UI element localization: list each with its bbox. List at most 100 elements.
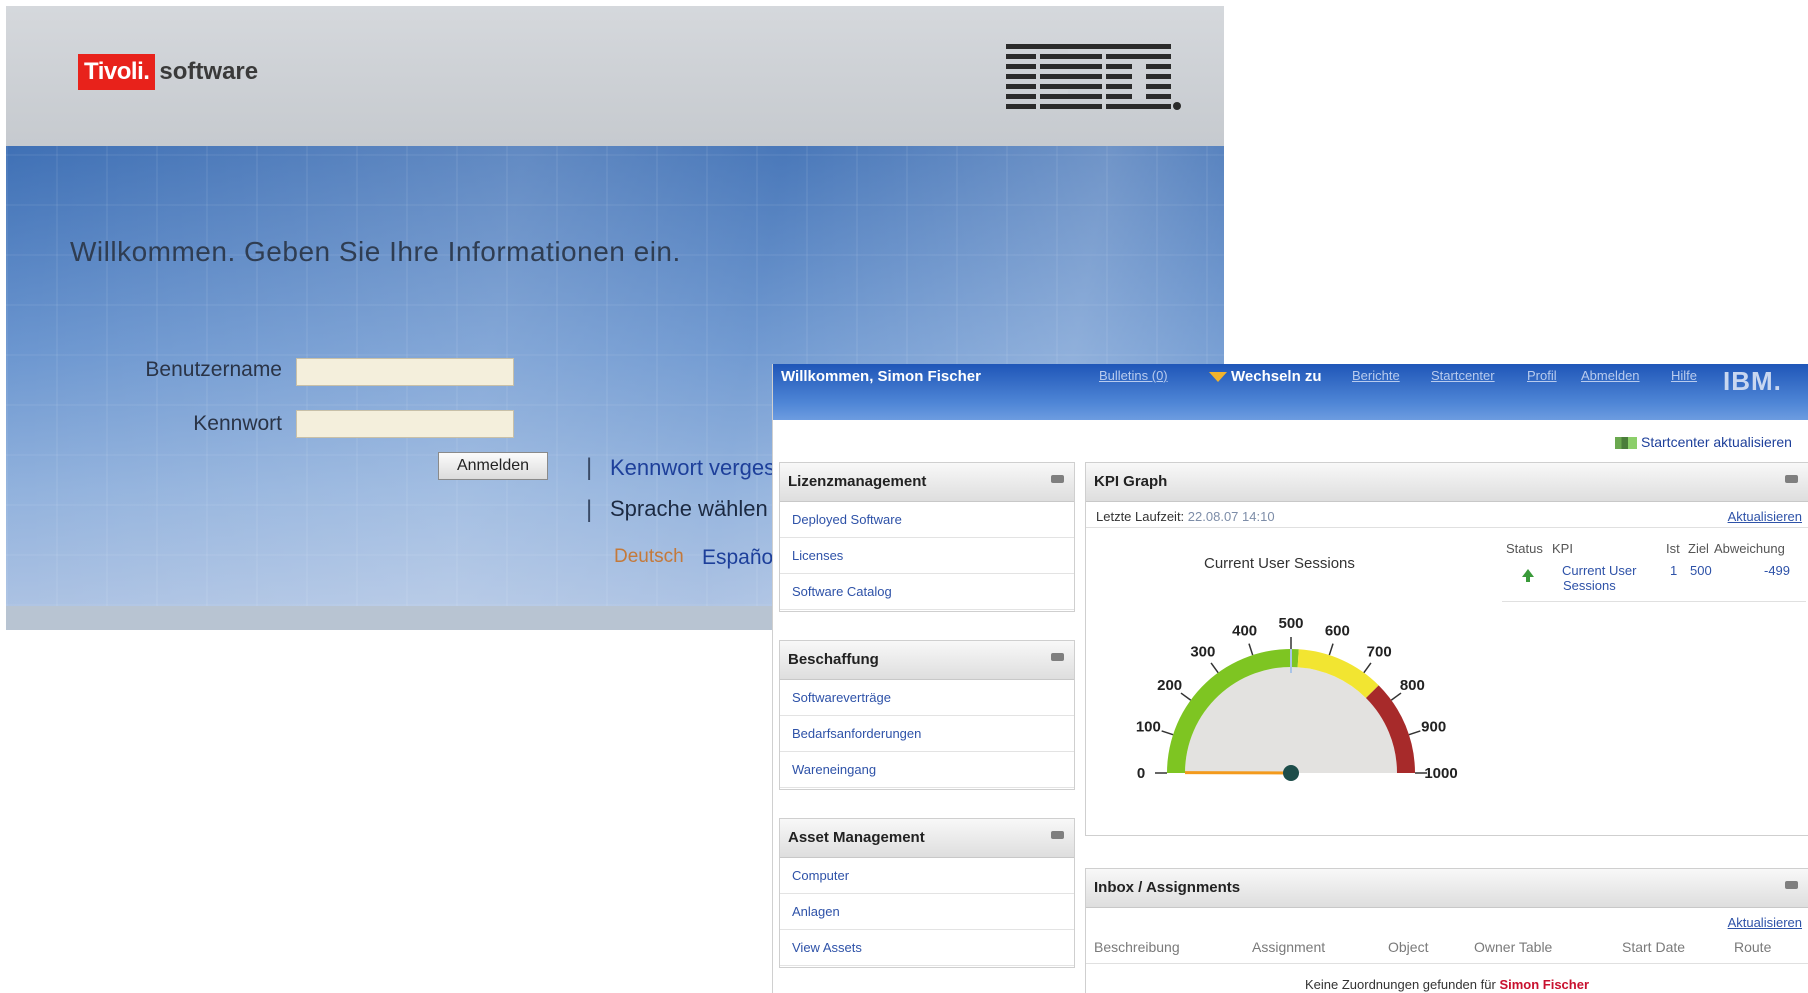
kpi-actual-value: 1 xyxy=(1670,563,1678,578)
divider xyxy=(1086,963,1808,964)
login-header: Tivoli. software xyxy=(6,6,1224,146)
ibm-logo-stripes xyxy=(1006,44,1171,109)
col-route[interactable]: Route xyxy=(1734,939,1771,955)
tivoli-logo-mark: Tivoli. xyxy=(78,54,156,90)
gauge-tick-label: 600 xyxy=(1325,622,1350,639)
inbox-refresh-link[interactable]: Aktualisieren xyxy=(1728,915,1802,930)
col-actual: Ist xyxy=(1666,541,1680,556)
software-logo-text: software xyxy=(159,58,259,85)
minimize-icon[interactable] xyxy=(1785,475,1798,483)
forgot-password-link[interactable]: Kennwort verges xyxy=(610,455,775,481)
refresh-startcenter-link[interactable]: Startcenter aktualisieren xyxy=(1615,434,1792,450)
link-licenses[interactable]: Licenses xyxy=(780,538,1074,574)
gauge-tick-label: 400 xyxy=(1232,622,1257,639)
gauge-tick xyxy=(1328,643,1334,656)
login-button[interactable]: Anmelden xyxy=(438,452,548,480)
nav-help[interactable]: Hilfe xyxy=(1671,368,1697,383)
portlet-header: Asset Management xyxy=(780,819,1074,858)
link-software-contracts[interactable]: Softwareverträge xyxy=(780,680,1074,716)
portlet-kpi-graph: KPI Graph Letzte Laufzeit: 22.08.07 14:1… xyxy=(1085,462,1808,836)
kpi-deviation-value: -499 xyxy=(1764,563,1791,578)
minimize-icon[interactable] xyxy=(1051,475,1064,483)
col-status: Status xyxy=(1506,541,1543,556)
link-computer[interactable]: Computer xyxy=(780,858,1074,894)
gauge-tick xyxy=(1363,662,1372,674)
portlet-header: KPI Graph xyxy=(1086,463,1808,502)
refresh-icon xyxy=(1615,437,1637,450)
kpi-gauge: 0 100 200 300 400 500 600 700 800 900 1000 xyxy=(1136,615,1458,782)
startcenter-top-bar: Willkommen, Simon Fischer Bulletins (0) … xyxy=(773,364,1808,420)
portlet-title: Lizenzmanagement xyxy=(788,473,927,490)
inbox-user-name: Simon Fischer xyxy=(1499,977,1590,992)
link-assets[interactable]: Anlagen xyxy=(780,894,1074,930)
link-software-catalog[interactable]: Software Catalog xyxy=(780,574,1074,610)
kpi-name-line1: Current User xyxy=(1562,563,1637,578)
divider xyxy=(1502,601,1806,602)
portlet-title: Beschaffung xyxy=(788,651,879,668)
gauge-tick xyxy=(1210,662,1219,674)
kpi-target-value: 500 xyxy=(1690,563,1712,578)
gauge-tick xyxy=(1390,692,1402,701)
nav-switch-to[interactable]: Wechseln zu xyxy=(1209,368,1322,385)
gauge-tick xyxy=(1408,730,1421,736)
username-label: Benutzername xyxy=(145,358,282,381)
password-label: Kennwort xyxy=(193,412,282,435)
portlet-header: Inbox / Assignments xyxy=(1086,869,1808,908)
language-link-espanol[interactable]: Españo xyxy=(702,546,773,570)
nav-reports[interactable]: Berichte xyxy=(1352,368,1400,383)
last-run: Letzte Laufzeit: 22.08.07 14:10 xyxy=(1096,509,1275,524)
language-link-deutsch[interactable]: Deutsch xyxy=(614,546,684,568)
choose-language-label: Sprache wählen xyxy=(610,496,768,521)
separator: | xyxy=(586,496,593,523)
startcenter-window: Willkommen, Simon Fischer Bulletins (0) … xyxy=(772,364,1808,993)
login-welcome: Willkommen. Geben Sie Ihre Informationen… xyxy=(70,236,681,267)
refresh-startcenter-label: Startcenter aktualisieren xyxy=(1641,434,1792,450)
gauge-tick-label: 900 xyxy=(1421,719,1446,736)
link-purchase-requisitions[interactable]: Bedarfsanforderungen xyxy=(780,716,1074,752)
last-run-value: 22.08.07 14:10 xyxy=(1187,509,1275,524)
portlet-header: Beschaffung xyxy=(780,641,1074,680)
gauge-tick-label: 100 xyxy=(1136,719,1161,736)
col-kpi: KPI xyxy=(1552,541,1573,556)
kpi-refresh-link[interactable]: Aktualisieren xyxy=(1728,509,1802,524)
nav-startcenter[interactable]: Startcenter xyxy=(1431,368,1495,383)
portlet-header: Lizenzmanagement xyxy=(780,463,1074,502)
portlet-license-management: Lizenzmanagement Deployed Software Licen… xyxy=(779,462,1075,612)
col-description[interactable]: Beschreibung xyxy=(1094,939,1180,955)
col-object[interactable]: Object xyxy=(1388,939,1428,955)
kpi-name-link[interactable]: Current User Sessions xyxy=(1562,563,1636,593)
username-input[interactable] xyxy=(296,358,514,386)
gauge-tick xyxy=(1161,730,1174,736)
minimize-icon[interactable] xyxy=(1051,831,1064,839)
link-view-assets[interactable]: View Assets xyxy=(780,930,1074,966)
col-assignment[interactable]: Assignment xyxy=(1252,939,1325,955)
link-deployed-software[interactable]: Deployed Software xyxy=(780,502,1074,538)
nav-profile[interactable]: Profil xyxy=(1527,368,1557,383)
portlet-inbox-assignments: Inbox / Assignments Aktualisieren Beschr… xyxy=(1085,868,1808,993)
portlet-title: KPI Graph xyxy=(1094,473,1168,490)
kpi-name-line2: Sessions xyxy=(1563,578,1616,593)
gauge-tick xyxy=(1180,692,1192,701)
separator: | xyxy=(586,454,593,481)
gauge-hub xyxy=(1283,765,1299,781)
nav-bulletins[interactable]: Bulletins (0) xyxy=(1099,368,1168,383)
nav-logout[interactable]: Abmelden xyxy=(1581,368,1640,383)
gauge-tick-label: 500 xyxy=(1278,615,1303,632)
gauge-tick-label: 200 xyxy=(1157,677,1182,694)
minimize-icon[interactable] xyxy=(1785,881,1798,889)
password-input[interactable] xyxy=(296,410,514,438)
gauge-tick-label: 1000 xyxy=(1424,765,1457,782)
gauge-tick-label: 800 xyxy=(1400,677,1425,694)
link-goods-receipt[interactable]: Wareneingang xyxy=(780,752,1074,788)
col-owner-table[interactable]: Owner Table xyxy=(1474,939,1552,955)
minimize-icon[interactable] xyxy=(1051,653,1064,661)
gauge-tick-label: 700 xyxy=(1367,644,1392,661)
last-run-label: Letzte Laufzeit: xyxy=(1096,509,1185,524)
portlet-asset-management: Asset Management Computer Anlagen View A… xyxy=(779,818,1075,968)
gauge-tick-label: 300 xyxy=(1190,644,1215,661)
switch-menu-icon xyxy=(1209,372,1227,383)
portlet-procurement: Beschaffung Softwareverträge Bedarfsanfo… xyxy=(779,640,1075,790)
col-start-date[interactable]: Start Date xyxy=(1622,939,1685,955)
tivoli-software-logo: Tivoli. software xyxy=(78,54,258,90)
portlet-title: Inbox / Assignments xyxy=(1094,879,1241,896)
